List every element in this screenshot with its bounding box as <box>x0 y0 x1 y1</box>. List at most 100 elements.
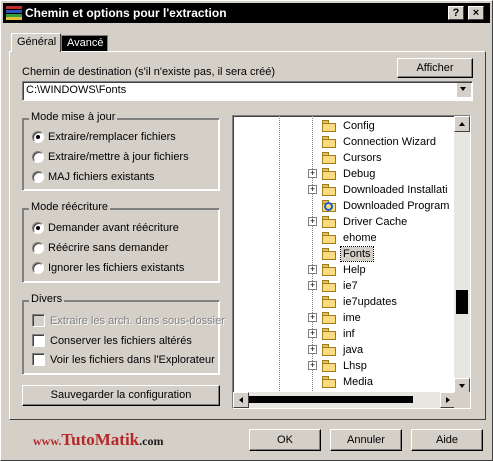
tree-item[interactable]: Fonts <box>321 246 374 262</box>
tree-item[interactable]: ie7updates <box>321 294 399 310</box>
tree-item[interactable]: Cursors <box>321 150 384 166</box>
radio-label: MAJ fichiers existants <box>48 171 155 183</box>
folder-icon <box>321 375 337 389</box>
scroll-thumb[interactable] <box>456 290 468 314</box>
checkbox[interactable] <box>32 334 45 347</box>
folder-tree[interactable]: Config Connection Wizard Cursors + Debug + Dow… <box>232 115 471 409</box>
chevron-right-icon <box>446 397 450 403</box>
radio-button[interactable] <box>32 131 44 143</box>
folder-icon <box>321 215 337 229</box>
radio-update-existing[interactable]: MAJ fichiers existants <box>32 171 154 183</box>
tree-item[interactable]: + inf <box>308 326 357 342</box>
help-button[interactable]: Aide <box>411 429 483 451</box>
misc-title: Divers <box>29 293 65 305</box>
radio-label: Extraire/mettre à jour fichiers <box>48 151 189 163</box>
tree-item-label: Media <box>343 376 373 388</box>
radio-button[interactable] <box>32 222 44 234</box>
misc-group: Divers Extraire les arch. dans sous-doss… <box>22 293 225 375</box>
radio-skip-existing[interactable]: Ignorer les fichiers existants <box>32 262 184 274</box>
checkbox-keep-broken[interactable]: Conserver les fichiers altérés <box>32 334 192 347</box>
expand-plus-icon[interactable]: + <box>308 265 317 274</box>
tree-item-label: java <box>343 344 364 356</box>
close-title-button[interactable]: × <box>468 6 484 20</box>
radio-button[interactable] <box>32 262 44 274</box>
window-title: Chemin et options pour l'extraction <box>25 6 227 20</box>
tree-item-label: Downloaded Installati <box>343 184 448 196</box>
checkbox-show-explorer[interactable]: Voir les fichiers dans l'Explorateur <box>32 353 215 366</box>
tree-item[interactable]: Media <box>321 374 375 390</box>
close-icon: × <box>472 7 480 19</box>
radio-extract-replace[interactable]: Extraire/remplacer fichiers <box>32 131 176 143</box>
update-mode-group: Mode mise à jour Extraire/remplacer fich… <box>22 111 220 191</box>
tree-item[interactable]: Connection Wizard <box>321 134 438 150</box>
horizontal-scrollbar[interactable] <box>233 392 456 408</box>
tree-item[interactable]: + ime <box>308 310 363 326</box>
save-config-label: Sauvegarder la configuration <box>50 389 192 401</box>
radio-button[interactable] <box>32 171 44 183</box>
expand-plus-icon[interactable]: + <box>308 169 317 178</box>
checkbox[interactable] <box>32 314 45 327</box>
tree-item[interactable]: + Lhsp <box>308 358 369 374</box>
ok-button[interactable]: OK <box>249 429 321 451</box>
tree-item[interactable]: Downloaded Program <box>321 198 451 214</box>
expand-plus-icon[interactable]: + <box>308 281 317 290</box>
cancel-button[interactable]: Annuler <box>330 429 402 451</box>
help-title-button[interactable]: ? <box>448 6 464 20</box>
title-bar[interactable]: Chemin et options pour l'extraction ? × <box>3 3 490 23</box>
folder-icon <box>321 231 337 245</box>
radio-button[interactable] <box>32 151 44 163</box>
tree-item[interactable]: ehome <box>321 230 379 246</box>
tree-item-label: Lhsp <box>343 360 367 372</box>
ie-folder-icon <box>321 199 337 213</box>
ok-label: OK <box>277 434 293 446</box>
folder-icon <box>321 183 337 197</box>
tree-guide-line <box>279 116 280 393</box>
radio-overwrite-silent[interactable]: Réécrire sans demander <box>32 242 168 254</box>
tree-item[interactable]: + java <box>308 342 365 358</box>
help-label: Aide <box>435 434 459 446</box>
logo-prefix: www. <box>33 434 62 448</box>
tab-general-label: Général <box>17 36 57 48</box>
tree-item[interactable]: Config <box>321 118 377 134</box>
radio-button[interactable] <box>32 242 44 254</box>
tree-item-label: Driver Cache <box>343 216 408 228</box>
tree-item[interactable]: + Driver Cache <box>308 214 409 230</box>
tree-item-label: Config <box>343 120 375 132</box>
folder-icon <box>321 279 337 293</box>
expand-plus-icon[interactable]: + <box>308 313 317 322</box>
scroll-up-button[interactable] <box>454 116 470 132</box>
overwrite-mode-group: Mode réécriture Demander avant réécritur… <box>22 201 220 283</box>
folder-icon <box>321 359 337 373</box>
expand-plus-icon[interactable]: + <box>308 217 317 226</box>
dropdown-arrow-button[interactable] <box>457 83 471 97</box>
tree-item-label: inf <box>343 328 355 340</box>
expand-plus-icon[interactable]: + <box>308 329 317 338</box>
destination-path-combo[interactable]: C:\WINDOWS\Fonts <box>22 81 473 101</box>
tab-advanced[interactable]: Avancé <box>61 35 108 51</box>
logo-main: TutoMatik <box>61 430 140 449</box>
radio-extract-update[interactable]: Extraire/mettre à jour fichiers <box>32 151 189 163</box>
folder-icon <box>321 119 337 133</box>
checkbox-extract-subfolder[interactable]: Extraire les arch. dans sous-dossier <box>32 314 225 327</box>
tree-item[interactable]: + ie7 <box>308 278 360 294</box>
scroll-thumb[interactable] <box>249 396 413 403</box>
tab-general[interactable]: Général <box>11 33 61 52</box>
save-config-button[interactable]: Sauvegarder la configuration <box>22 385 220 406</box>
expand-plus-icon[interactable]: + <box>308 185 317 194</box>
radio-ask-before[interactable]: Demander avant réécriture <box>32 222 179 234</box>
vertical-scrollbar[interactable] <box>454 116 470 394</box>
tree-item[interactable]: + Debug <box>308 166 377 182</box>
expand-plus-icon[interactable]: + <box>308 345 317 354</box>
tree-item[interactable]: + Downloaded Installati <box>308 182 450 198</box>
radio-label: Réécrire sans demander <box>48 242 169 254</box>
chevron-down-icon <box>460 87 466 91</box>
tree-item-label: Debug <box>343 168 376 180</box>
tree-item[interactable]: + Help <box>308 262 368 278</box>
checkbox-label: Conserver les fichiers altérés <box>50 334 192 347</box>
scroll-left-button[interactable] <box>233 392 249 408</box>
update-mode-title: Mode mise à jour <box>29 111 118 123</box>
show-button[interactable]: Afficher <box>397 58 473 78</box>
folder-icon <box>321 247 337 261</box>
expand-plus-icon[interactable]: + <box>308 361 317 370</box>
checkbox[interactable] <box>32 353 45 366</box>
